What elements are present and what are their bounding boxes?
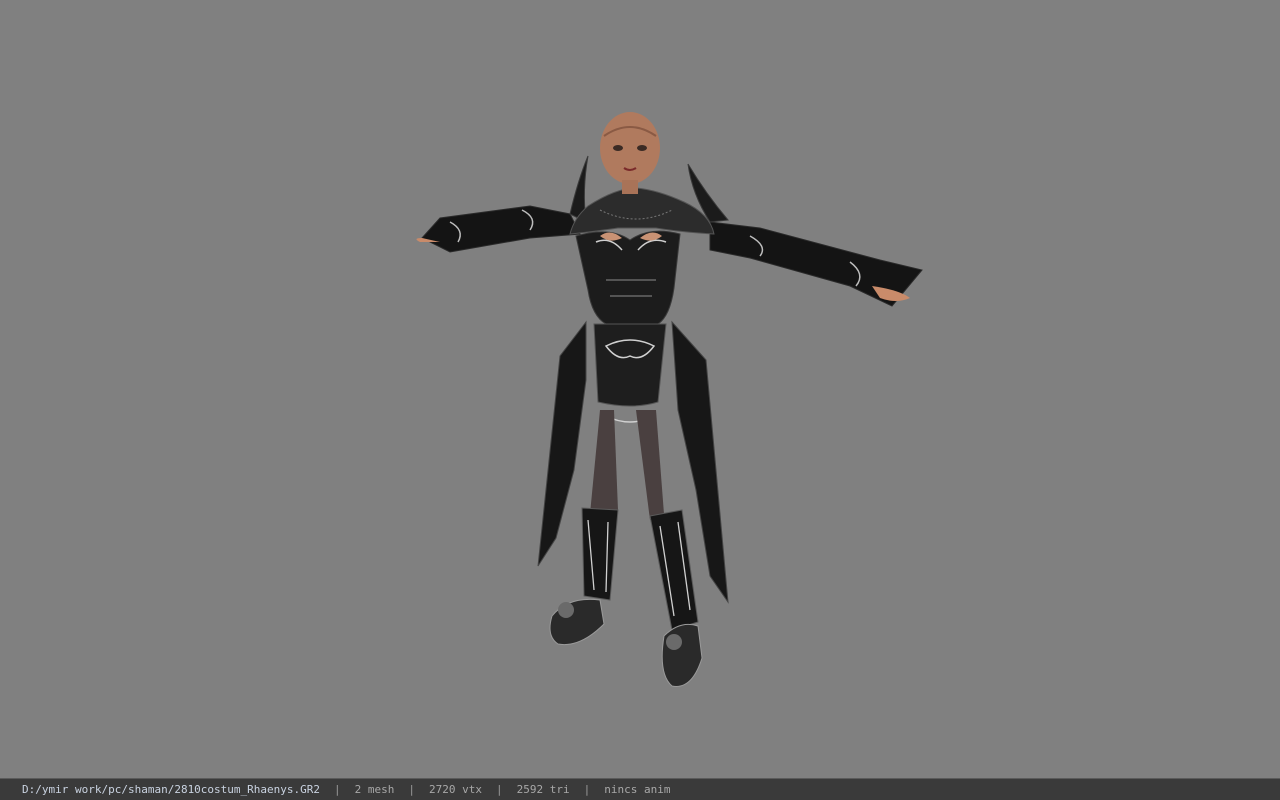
vertex-count-label: 2720 vtx	[429, 783, 482, 796]
separator: |	[408, 783, 416, 796]
separator: |	[334, 783, 341, 796]
character-model	[416, 112, 923, 687]
anim-status-label: nincs anim	[604, 783, 671, 796]
triangle-count-label: 2592 tri	[516, 783, 570, 796]
separator: |	[496, 783, 503, 796]
separator: |	[583, 783, 591, 796]
mesh-count-label: 2 mesh	[354, 783, 395, 796]
file-path-label: D:/ymir work/pc/shaman/2810costum_Rhaeny…	[22, 783, 321, 796]
status-bar: D:/ymir work/pc/shaman/2810costum_Rhaeny…	[0, 778, 1280, 800]
3d-viewport[interactable]	[0, 0, 1280, 778]
